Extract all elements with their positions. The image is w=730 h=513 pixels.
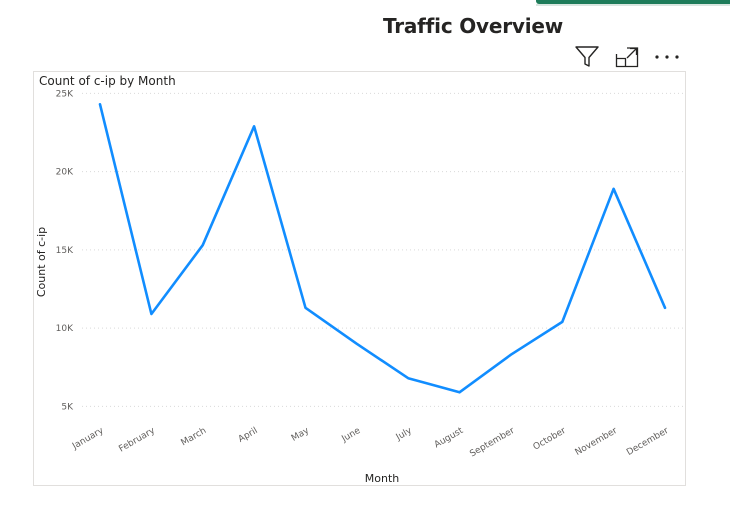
filter-button[interactable]	[572, 42, 602, 72]
x-tick-label: January	[70, 426, 106, 453]
y-tick-label: 5K	[61, 402, 74, 412]
line-chart-visual[interactable]: Count of c-ip by Month 5K 10K 15K 20K 25K Ja…	[33, 71, 686, 486]
y-axis-ticks: 5K 10K 15K 20K 25K	[56, 89, 74, 412]
y-tick-label: 20K	[56, 168, 74, 178]
focus-mode-button[interactable]	[612, 42, 642, 72]
x-tick-label: February	[117, 426, 157, 455]
series-line-count-of-c-ip[interactable]	[98, 103, 667, 394]
focus-mode-icon	[615, 47, 639, 68]
more-options-button[interactable]	[652, 42, 682, 72]
x-axis-title: Month	[365, 472, 400, 485]
y-tick-label: 10K	[56, 324, 74, 334]
x-tick-label: November	[574, 426, 620, 458]
filter-icon	[575, 46, 599, 67]
x-tick-label: May	[290, 426, 312, 444]
more-options-icon	[655, 55, 679, 59]
x-tick-label: April	[237, 426, 260, 445]
gridlines	[82, 92, 685, 407]
line-chart-plot: 5K 10K 15K 20K 25K January February March April…	[35, 89, 685, 485]
x-tick-label: September	[468, 426, 516, 460]
accent-strip-shadow	[536, 4, 730, 6]
x-axis-ticks: January February March April May June July Augu…	[70, 426, 671, 460]
x-tick-label: August	[433, 426, 466, 451]
x-tick-label: June	[339, 426, 362, 445]
y-tick-label: 15K	[56, 246, 74, 256]
page-title: Traffic Overview	[382, 14, 564, 38]
visual-header	[566, 42, 696, 72]
x-tick-label: March	[179, 426, 208, 448]
report-canvas: Traffic Overview Count of c-ip by Month	[0, 0, 730, 513]
y-axis-title: Count of c-ip	[35, 227, 48, 297]
y-tick-label: 25K	[56, 89, 74, 99]
x-tick-label: December	[625, 426, 671, 458]
x-tick-label: July	[394, 426, 414, 444]
x-tick-label: October	[532, 426, 568, 453]
